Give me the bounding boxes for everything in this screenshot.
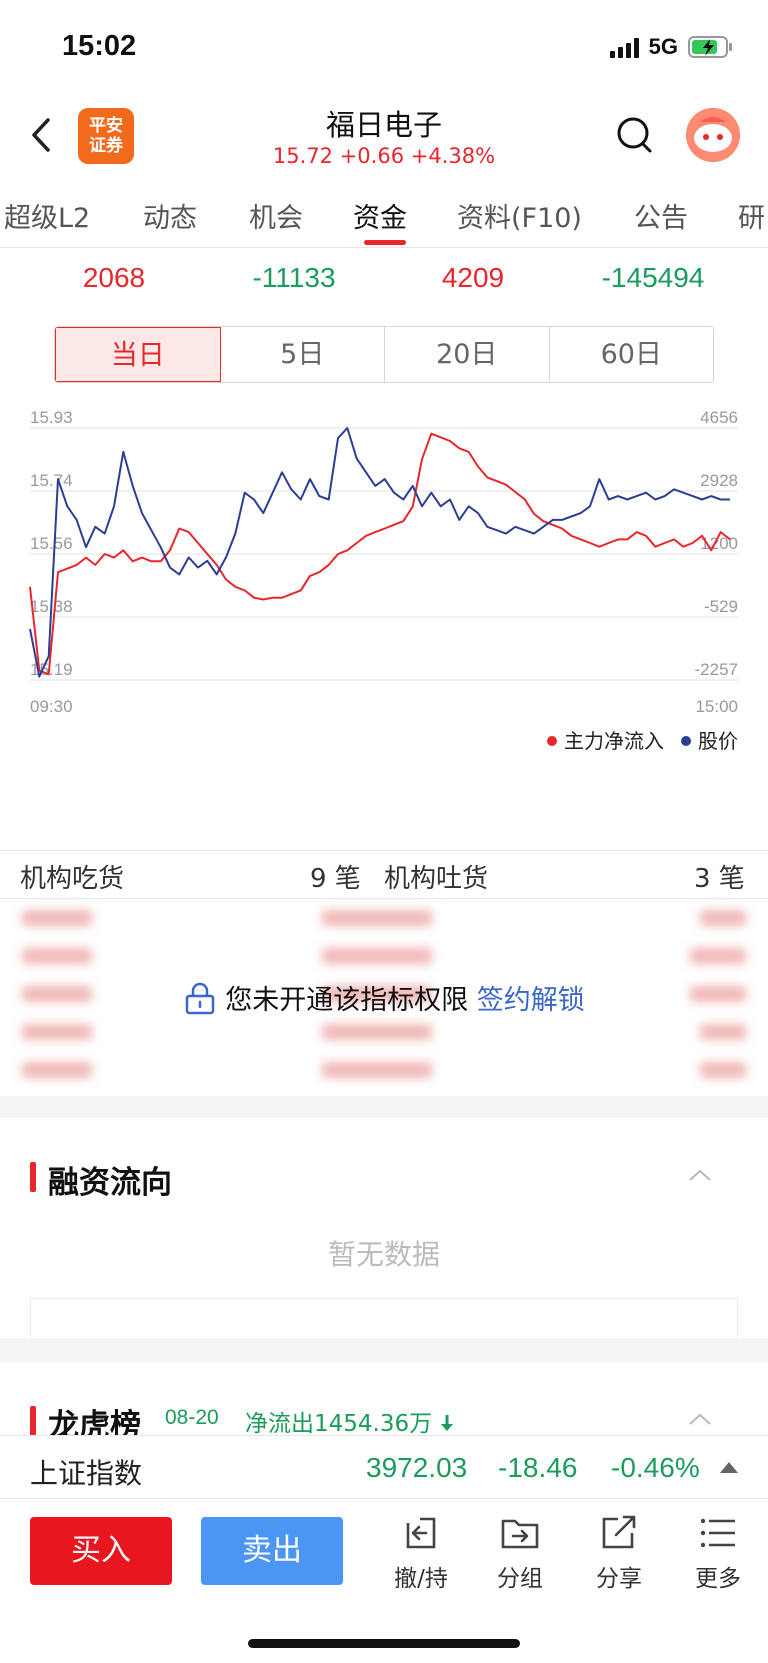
margin-empty-box — [30, 1298, 738, 1338]
group-button[interactable]: 分组 — [480, 1513, 560, 1593]
collapse-chevron-icon[interactable] — [688, 1168, 712, 1182]
flow-tick-label: 2928 — [700, 471, 738, 490]
period-5d-button[interactable]: 5日 — [221, 327, 385, 382]
section-marker — [30, 1406, 36, 1436]
section-marker — [30, 1162, 36, 1192]
home-indicator — [248, 1639, 520, 1648]
network-label: 5G — [648, 34, 678, 59]
price-tick-label: 15.74 — [30, 471, 73, 490]
legend-swatch — [547, 736, 557, 746]
active-tab-indicator — [364, 240, 406, 245]
lock-icon — [185, 982, 215, 1015]
flow-value: 4209 — [441, 262, 505, 293]
search-icon[interactable] — [614, 114, 656, 156]
fund-flow-chart-svg: 15.93 465615.74 292815.56 120015.38 -52915.1… — [29, 410, 738, 753]
cancel-holdings-button[interactable]: 撤/持 — [381, 1513, 461, 1593]
section-tabs: 超级L2 动态 机会 资金 资料(F10) 公告 研 — [0, 178, 768, 248]
assistant-face-icon — [686, 108, 740, 162]
battery-icon — [688, 36, 732, 58]
period-today-button[interactable]: 当日 — [55, 327, 221, 382]
more-label: 更多 — [695, 1566, 741, 1592]
x-start-label: 09:30 — [30, 697, 73, 716]
price-tick-label: 15.93 — [30, 410, 73, 427]
nav-bar: 平安证券 福日电子 15.72 +0.66 +4.38% — [0, 92, 768, 178]
status-time: 15:02 — [62, 30, 137, 62]
section-separator — [0, 1096, 768, 1118]
institution-sell-label: 机构吐货 — [384, 864, 489, 894]
divider — [0, 850, 768, 851]
status-indicators: 5G — [609, 34, 734, 60]
tab-super-l2[interactable]: 超级L2 — [4, 196, 90, 235]
tab-news[interactable]: 动态 — [143, 196, 197, 235]
tab-profile-f10[interactable]: 资料(F10) — [457, 196, 582, 235]
margin-empty-text: 暂无数据 — [327, 1238, 440, 1271]
period-selector: 当日 5日 20日 60日 — [54, 326, 714, 383]
folder-icon — [501, 1519, 539, 1549]
index-value: 3972.03 — [366, 1452, 468, 1483]
share-label: 分享 — [596, 1566, 642, 1592]
collapse-chevron-icon[interactable] — [688, 1412, 712, 1426]
fund-flow-chart: 15.93 4656 15.74 2928 15.56 1200 15.38 -529 15.1… — [0, 410, 768, 810]
menu-icon — [700, 1518, 735, 1548]
index-pct: -0.46% — [611, 1452, 700, 1483]
period-20d-button[interactable]: 20日 — [385, 327, 550, 382]
lock-message: 您未开通该指标权限 签约解锁 — [0, 978, 768, 1017]
margin-flow-title: 融资流向 — [48, 1165, 172, 1201]
flow-value: -11133 — [252, 262, 336, 293]
tab-funds[interactable]: 资金 — [353, 196, 407, 235]
divider — [0, 898, 768, 899]
institution-buy-count: 9 笔 — [310, 864, 361, 894]
group-label: 分组 — [497, 1566, 543, 1592]
more-button[interactable]: 更多 — [678, 1513, 758, 1593]
status-bar: 15:02 5G — [0, 0, 768, 92]
legend-swatch — [681, 736, 691, 746]
flow-tick-label: -529 — [704, 597, 738, 616]
flow-value: 2068 — [82, 262, 146, 293]
sell-button[interactable]: 卖出 — [201, 1517, 343, 1585]
arrow-down-icon — [441, 1415, 454, 1431]
cancel-holdings-icon — [406, 1517, 436, 1549]
index-name: 上证指数 — [30, 1457, 143, 1490]
flow-value: -145494 — [601, 262, 705, 293]
lhb-net-text: 净流出1454.36万 — [245, 1411, 433, 1437]
tab-opportunity[interactable]: 机会 — [249, 196, 303, 235]
flow-summary: 2068 -11133 4209 -145494 — [0, 262, 768, 302]
share-icon — [602, 1515, 636, 1549]
institution-header: 机构吃货 9 笔 机构吐货 3 笔 — [0, 852, 768, 898]
legend-label: 主力净流入 — [564, 729, 664, 753]
x-end-label: 15:00 — [695, 697, 738, 716]
assistant-avatar[interactable] — [686, 108, 740, 162]
signal-icon — [609, 36, 639, 58]
lhb-net-outflow: 净流出1454.36万 — [245, 1404, 455, 1438]
tab-announcements[interactable]: 公告 — [634, 196, 688, 235]
locked-institution-table: 您未开通该指标权限 签约解锁 — [0, 900, 768, 1096]
index-ticker[interactable]: 上证指数 3972.03 -18.46 -0.46% — [0, 1435, 768, 1499]
price-tick-label: 15.56 — [30, 534, 73, 553]
legend-label: 股价 — [698, 729, 738, 753]
section-separator — [0, 1338, 768, 1362]
unlock-link[interactable]: 签约解锁 — [477, 985, 585, 1016]
buy-button[interactable]: 买入 — [30, 1517, 172, 1585]
cancel-holdings-label: 撤/持 — [394, 1566, 448, 1592]
institution-sell-count: 3 笔 — [694, 864, 745, 894]
expand-triangle-icon[interactable] — [720, 1462, 738, 1473]
series-line — [29, 427, 730, 678]
flow-tick-label: 4656 — [700, 410, 738, 427]
period-60d-button[interactable]: 60日 — [550, 327, 714, 382]
share-button[interactable]: 分享 — [579, 1513, 659, 1593]
tab-research[interactable]: 研 — [738, 196, 765, 235]
lhb-date: 08-20 — [165, 1406, 219, 1429]
institution-buy-label: 机构吃货 — [20, 864, 125, 894]
bottom-action-bar: 买入 卖出 撤/持 分组 分享 更多 — [0, 1499, 768, 1663]
index-change: -18.46 — [498, 1452, 578, 1483]
flow-tick-label: -2257 — [695, 660, 738, 679]
lock-message-text: 您未开通该指标权限 — [225, 985, 469, 1016]
